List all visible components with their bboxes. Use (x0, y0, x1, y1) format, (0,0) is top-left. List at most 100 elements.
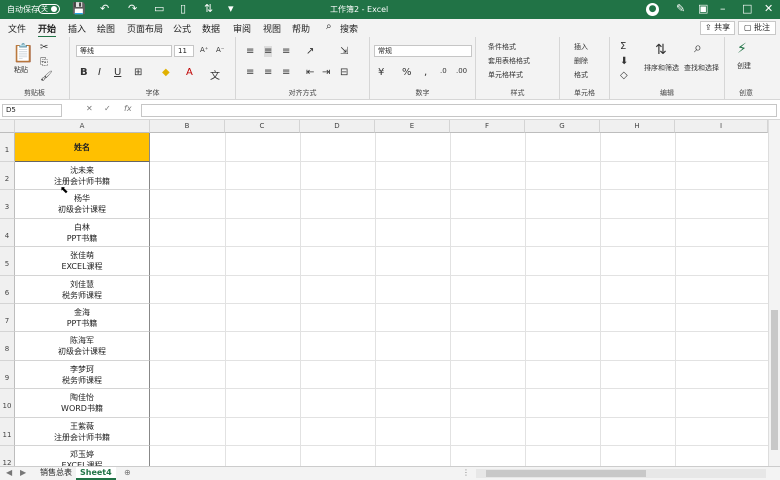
row-header[interactable]: 6 (0, 275, 15, 304)
number-format-select[interactable]: 常规 (374, 45, 472, 57)
select-all-corner[interactable] (0, 120, 15, 133)
minimize-icon[interactable]: – (720, 2, 726, 15)
bold-icon[interactable]: B (80, 67, 88, 78)
align-middle-icon[interactable]: ≡ (264, 46, 273, 57)
column-header[interactable]: B (150, 120, 225, 133)
create-button[interactable]: 创建 (737, 61, 751, 71)
undo-icon[interactable]: ↶ (100, 2, 109, 15)
open-icon[interactable]: ▯ (180, 2, 186, 15)
find-select-icon[interactable]: ⌕ (694, 40, 702, 56)
prev-sheet-icon[interactable]: ◀ (6, 468, 12, 477)
wrap-text-icon[interactable]: ⇲ (340, 46, 348, 57)
insert-cells-button[interactable]: 插入 (574, 42, 588, 52)
data-cell[interactable]: 陶佳怡 WORD书籍 (15, 389, 150, 418)
row-header[interactable]: 10 (0, 389, 15, 418)
search-box[interactable]: 搜索 (340, 22, 358, 35)
cancel-icon[interactable]: ✕ (86, 104, 93, 113)
tab-split-icon[interactable]: ⋮ (462, 468, 470, 477)
autosave-toggle[interactable]: 关 (38, 4, 60, 14)
tab-page-layout[interactable]: 页面布局 (127, 22, 163, 35)
merge-center-icon[interactable]: ⊟ (340, 67, 348, 78)
sort-icon[interactable]: ⇅ (204, 2, 213, 15)
enter-icon[interactable]: ✓ (104, 104, 111, 113)
row-header[interactable]: 4 (0, 218, 15, 248)
data-cell[interactable]: 李梦珂 税务师课程 (15, 360, 150, 390)
customize-icon[interactable]: ▭ (154, 2, 164, 15)
clear-icon[interactable]: ◇ (620, 70, 628, 81)
header-cell[interactable]: 姓名 (15, 133, 150, 162)
row-header[interactable]: 12 (0, 446, 15, 466)
fill-icon[interactable]: ⬇ (620, 56, 628, 67)
name-box[interactable]: D5 (2, 104, 62, 117)
horizontal-scrollbar[interactable] (476, 469, 766, 478)
cell-styles-button[interactable]: 单元格样式 (488, 70, 523, 80)
tab-insert[interactable]: 插入 (68, 22, 86, 35)
column-header[interactable]: F (450, 120, 525, 133)
scroll-thumb[interactable] (486, 470, 646, 477)
column-header[interactable]: E (375, 120, 450, 133)
format-table-button[interactable]: 套用表格格式 (488, 56, 530, 66)
align-top-icon[interactable]: ≡ (246, 46, 254, 57)
row-header[interactable]: 3 (0, 190, 15, 219)
increase-decimal-icon[interactable]: .0 (440, 67, 447, 75)
tab-draw[interactable]: 绘图 (97, 22, 115, 35)
data-cell[interactable]: 沈未来 注册会计师书籍 (15, 162, 150, 191)
next-sheet-icon[interactable]: ▶ (20, 468, 26, 477)
row-header[interactable]: 7 (0, 304, 15, 333)
spreadsheet-grid[interactable]: A B C D E F G H I 1 姓名 2 沈未来 注册会计师书籍 3 杨华 初级会计课… (0, 120, 768, 466)
cut-icon[interactable]: ✂ (40, 42, 48, 53)
scroll-thumb[interactable] (771, 310, 778, 450)
increase-font-icon[interactable]: A⁺ (200, 46, 208, 54)
conditional-format-button[interactable]: 条件格式 (488, 42, 516, 52)
indent-increase-icon[interactable]: ⇥ (322, 67, 330, 78)
close-icon[interactable]: ✕ (764, 2, 773, 15)
tab-review[interactable]: 审阅 (233, 22, 251, 35)
row-header[interactable]: 2 (0, 162, 15, 191)
comments-button[interactable]: ▢ 批注 (738, 21, 776, 35)
search-icon[interactable]: ⌕ (326, 21, 332, 32)
sort-filter-icon[interactable]: ⇅ (655, 42, 667, 58)
row-header[interactable]: 8 (0, 332, 15, 361)
lightning-icon[interactable]: ⚡ (737, 41, 747, 57)
paste-icon[interactable]: 📋 (12, 43, 34, 64)
data-cell[interactable]: 刘佳慧 税务师课程 (15, 275, 150, 304)
data-cell[interactable]: 金海 PPT书籍 (15, 304, 150, 333)
maximize-icon[interactable]: □ (742, 2, 752, 15)
ribbon-display-icon[interactable]: ▣ (698, 2, 708, 15)
orientation-icon[interactable]: ↗ (306, 46, 314, 57)
insert-function-icon[interactable]: fx (124, 104, 132, 113)
data-cell[interactable]: 张佳萌 EXCEL课程 (15, 247, 150, 276)
column-header[interactable]: G (525, 120, 600, 133)
column-header[interactable]: A (15, 120, 150, 133)
data-cell[interactable]: 陈海军 初级会计课程 (15, 332, 150, 361)
currency-icon[interactable]: ¥ (378, 67, 384, 78)
pen-icon[interactable]: ✎ (676, 2, 685, 15)
tab-home[interactable]: 开始 (38, 22, 57, 38)
data-cell[interactable]: 白林 PPT书籍 (15, 218, 150, 248)
tab-data[interactable]: 数据 (202, 22, 220, 35)
fill-color-icon[interactable]: ◆ (162, 67, 170, 78)
align-center-icon[interactable]: ≡ (264, 67, 272, 78)
data-cell[interactable]: 王紫薇 注册会计师书籍 (15, 417, 150, 446)
align-right-icon[interactable]: ≡ (282, 67, 290, 78)
font-name-select[interactable]: 等线 (76, 45, 172, 57)
row-header[interactable]: 9 (0, 360, 15, 390)
avatar-icon[interactable]: ● (646, 3, 659, 16)
share-button[interactable]: ⇪ 共享 (700, 21, 735, 35)
format-cells-button[interactable]: 格式 (574, 70, 588, 80)
tab-view[interactable]: 视图 (263, 22, 281, 35)
format-painter-icon[interactable]: 🖌 (40, 71, 53, 82)
delete-cells-button[interactable]: 删除 (574, 56, 588, 66)
tab-formulas[interactable]: 公式 (173, 22, 191, 35)
data-cell[interactable]: 杨华 初级会计课程 (15, 190, 150, 219)
border-icon[interactable]: ⊞ (134, 67, 142, 78)
row-header[interactable]: 1 (0, 133, 15, 162)
sheet-tab[interactable]: 销售总表 (36, 467, 76, 480)
autosum-icon[interactable]: Σ (620, 41, 626, 52)
add-sheet-icon[interactable]: ⊕ (124, 468, 131, 477)
formula-input[interactable] (141, 104, 777, 117)
column-header[interactable]: C (225, 120, 300, 133)
sheet-tab-active[interactable]: Sheet4 (76, 467, 116, 480)
align-left-icon[interactable]: ≡ (246, 67, 254, 78)
decrease-font-icon[interactable]: A⁻ (216, 46, 224, 54)
